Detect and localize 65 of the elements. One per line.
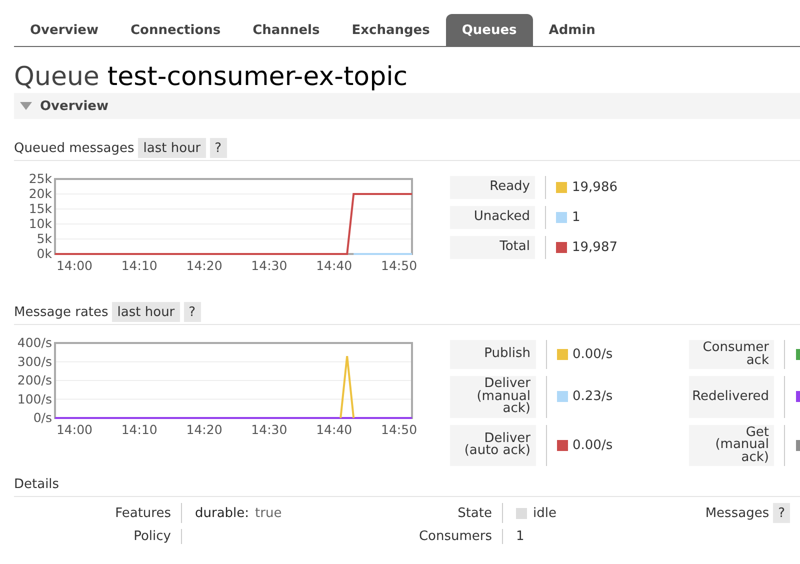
- x-tick-label: 14:40: [316, 258, 352, 273]
- help-button[interactable]: ?: [773, 503, 790, 523]
- nav-tab[interactable]: Connections: [114, 14, 237, 46]
- y-tick-label: 20k: [28, 186, 52, 201]
- help-button[interactable]: ?: [210, 138, 227, 158]
- nav-tab[interactable]: Channels: [236, 14, 336, 46]
- section-title: Queued messages: [14, 140, 134, 156]
- y-tick-label: 10k: [28, 216, 52, 231]
- legend-value: 19,987: [572, 240, 618, 255]
- page-title-prefix: Queue: [14, 61, 100, 93]
- nav-tab[interactable]: Exchanges: [336, 14, 446, 46]
- help-button[interactable]: ?: [184, 302, 201, 322]
- section-title: Message rates: [14, 304, 108, 320]
- range-selector[interactable]: last hour: [138, 138, 206, 158]
- detail-label: State: [456, 506, 493, 520]
- x-tick-label: 14:00: [56, 258, 92, 273]
- detail-label: Messages: [705, 506, 770, 520]
- legend-label: Redelivered: [688, 376, 774, 418]
- x-tick-label: 14:30: [251, 422, 288, 437]
- y-tick-label: 300/s: [17, 354, 52, 369]
- legend-label: Total: [450, 236, 535, 259]
- y-tick-label: 25k: [28, 173, 52, 186]
- legend-value: 0.00/s: [572, 347, 613, 362]
- legend-label: Deliver (manual ack): [450, 376, 536, 418]
- y-tick-label: 15k: [28, 201, 52, 216]
- legend-label: Ready: [450, 176, 535, 199]
- legend-value: 1: [572, 210, 580, 225]
- queue-name: test-consumer-ex-topic: [107, 61, 408, 93]
- y-tick-label: 400/s: [17, 337, 52, 350]
- x-tick-label: 14:10: [121, 422, 158, 437]
- legend-label: Unacked: [450, 206, 535, 229]
- detail-value: 1: [516, 529, 524, 544]
- y-tick-label: 5k: [36, 231, 52, 246]
- detail-label: Consumers: [418, 529, 493, 544]
- legend-label: Consumer ack: [688, 340, 774, 369]
- range-selector[interactable]: last hour: [112, 302, 180, 322]
- feature-key: durable:: [195, 506, 250, 520]
- nav-tab[interactable]: Queues: [446, 14, 533, 46]
- legend-label: Deliver (auto ack): [450, 424, 536, 466]
- x-tick-label: 14:20: [186, 422, 222, 437]
- x-tick-label: 14:50: [381, 258, 418, 273]
- y-tick-label: 0/s: [33, 410, 52, 425]
- legend-value: 0.23/s: [572, 389, 613, 404]
- x-tick-label: 14:20: [186, 258, 222, 273]
- legend-value: 0.00/s: [572, 438, 613, 453]
- nav-tab[interactable]: Admin: [532, 14, 612, 46]
- x-tick-label: 14:00: [56, 422, 92, 437]
- legend-label: Publish: [450, 340, 536, 369]
- detail-value: idle: [533, 506, 556, 520]
- section-title: Details: [14, 476, 60, 492]
- section-toggle[interactable]: Overview: [14, 93, 800, 119]
- x-tick-label: 14:10: [121, 258, 158, 273]
- y-tick-label: 100/s: [17, 391, 52, 406]
- detail-label: Features: [114, 506, 172, 520]
- y-tick-label: 200/s: [17, 372, 52, 388]
- x-tick-label: 14:40: [316, 422, 352, 437]
- legend-value: 19,986: [572, 180, 618, 195]
- x-tick-label: 14:30: [251, 258, 288, 273]
- feature-value: true: [255, 506, 282, 520]
- legend-label: Get (manual ack): [688, 424, 774, 466]
- nav-tab[interactable]: Overview: [14, 14, 115, 46]
- y-tick-label: 0k: [36, 246, 52, 261]
- detail-label: Policy: [132, 529, 172, 544]
- x-tick-label: 14:50: [381, 422, 418, 437]
- section-title: Overview: [40, 98, 109, 114]
